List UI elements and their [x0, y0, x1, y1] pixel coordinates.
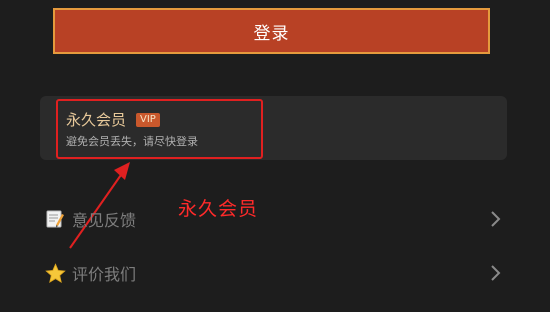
membership-subtitle: 避免会员丢失，请尽快登录	[66, 135, 198, 148]
chevron-right-icon	[491, 265, 501, 281]
memo-icon	[44, 208, 66, 230]
star-icon	[44, 262, 66, 284]
menu-item-rate-us[interactable]: 评价我们	[40, 253, 507, 293]
membership-title: 永久会员	[66, 111, 127, 129]
lifetime-membership-card[interactable]: 永久会员 VIP 避免会员丢失，请尽快登录	[40, 96, 507, 160]
login-button-label: 登录	[253, 23, 290, 44]
login-button[interactable]: 登录	[53, 8, 490, 54]
menu-item-label: 意见反馈	[72, 211, 137, 230]
membership-title-row: 永久会员 VIP	[66, 109, 160, 130]
vip-badge: VIP	[136, 112, 160, 127]
menu-item-label: 评价我们	[72, 265, 137, 284]
menu-item-feedback[interactable]: 意见反馈	[40, 199, 507, 239]
chevron-right-icon	[491, 211, 501, 227]
